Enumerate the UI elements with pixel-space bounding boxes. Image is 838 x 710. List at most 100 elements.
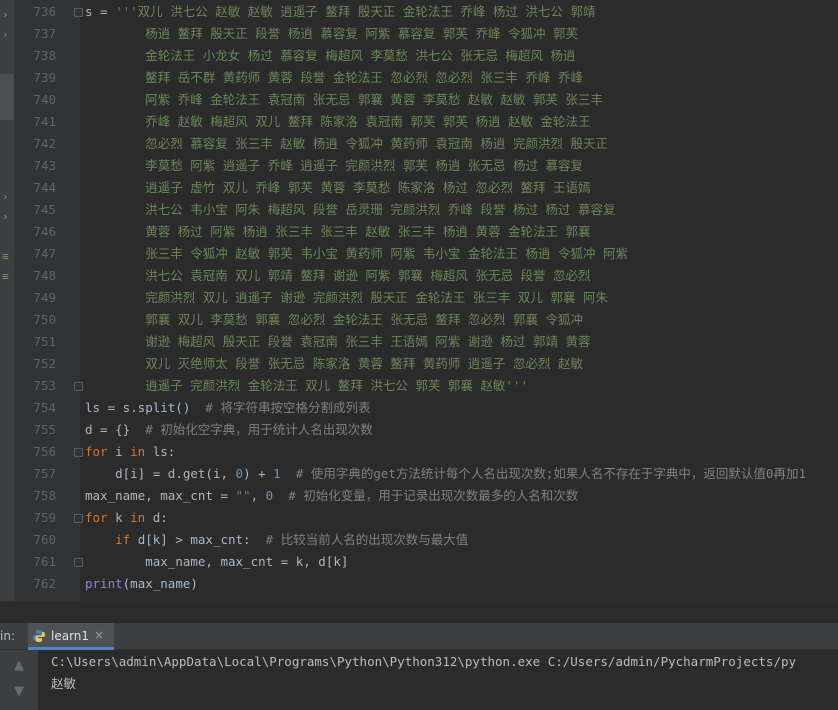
run-panel-header: in: learn1 × — [0, 622, 838, 650]
code-line[interactable]: 逍遥子 虚竹 双儿 乔峰 郭芙 黄蓉 李莫愁 陈家洛 杨过 忽必烈 鳌拜 王语嫣 — [85, 177, 591, 199]
line-number: 749 — [33, 290, 56, 305]
code-line[interactable]: 杨逍 鳌拜 殷天正 段誉 杨逍 慕容复 阿紫 慕容复 郭芙 乔峰 令狐冲 郭芙 — [85, 23, 578, 45]
code-line[interactable]: 洪七公 韦小宝 阿朱 梅超风 段誉 岳灵珊 完颜洪烈 乔峰 段誉 杨过 杨过 慕… — [85, 199, 615, 221]
line-number: 740 — [33, 92, 56, 107]
line-number: 747 — [33, 246, 56, 261]
fold-marker-icon[interactable] — [74, 8, 83, 17]
structure-icon[interactable]: ≡ — [2, 250, 9, 263]
code-line[interactable]: 完颜洪烈 双儿 逍遥子 谢逊 完颜洪烈 殷天正 金轮法王 张三丰 双儿 郭襄 阿… — [85, 287, 608, 309]
collapse-icon[interactable]: › — [2, 190, 9, 203]
code-token: 逍遥子 完颜洪烈 金轮法王 双儿 鳌拜 洪七公 郭芙 郭襄 赵敏''' — [145, 378, 529, 393]
code-token: i — [107, 444, 131, 459]
code-token: ) + — [243, 466, 274, 481]
code-line[interactable]: 洪七公 袁冠南 双儿 郭靖 鳌拜 谢逊 阿紫 郭襄 梅超风 张无忌 段誉 忽必烈 — [85, 265, 591, 287]
code-line[interactable]: print(max_name) — [85, 573, 198, 595]
code-line[interactable]: 李莫愁 阿紫 逍遥子 乔峰 逍遥子 完颜洪烈 郭芙 杨逍 张无忌 杨过 慕容复 — [85, 155, 583, 177]
tool-strip-active-area — [0, 74, 14, 120]
code-token: # 初始化空字典，用于统计人名出现次数 — [145, 422, 373, 437]
code-line[interactable]: for i in ls: — [85, 441, 175, 463]
run-tab-learn1[interactable]: learn1 × — [28, 623, 114, 650]
code-token: d: — [145, 510, 168, 525]
code-token: 金轮法王 小龙女 杨过 慕容复 梅超风 李莫愁 洪七公 张无忌 梅超风 杨逍 — [145, 48, 576, 63]
code-line[interactable]: ls = s.split() # 将字符串按空格分割成列表 — [85, 397, 370, 419]
code-token: in — [130, 510, 146, 525]
fold-marker-icon[interactable] — [74, 382, 83, 391]
code-token: "" — [235, 488, 251, 503]
code-line[interactable]: 郭襄 双儿 李莫愁 郭襄 忽必烈 金轮法王 张无忌 鳌拜 忽必烈 郭襄 令狐冲 — [85, 309, 583, 331]
code-token: (max_name) — [122, 576, 198, 591]
console-output[interactable]: C:\Users\admin\AppData\Local\Programs\Py… — [38, 650, 838, 710]
code-token: 洪七公 袁冠南 双儿 郭靖 鳌拜 谢逊 阿紫 郭襄 梅超风 张无忌 段誉 忽必烈 — [145, 268, 591, 283]
scroll-down-icon[interactable]: ▼ — [14, 684, 24, 699]
line-number: 743 — [33, 158, 56, 173]
code-line[interactable]: 金轮法王 小龙女 杨过 慕容复 梅超风 李莫愁 洪七公 张无忌 梅超风 杨逍 — [85, 45, 575, 67]
code-line[interactable]: 忽必烈 慕容复 张三丰 赵敏 杨逍 令狐冲 黄药师 袁冠南 杨逍 完颜洪烈 殷天… — [85, 133, 608, 155]
code-line[interactable]: s = '''双儿 洪七公 赵敏 赵敏 逍遥子 鳌拜 殷天正 金轮法王 乔峰 杨… — [85, 1, 595, 23]
code-line[interactable]: 黄蓉 杨过 阿紫 杨逍 张三丰 张三丰 赵敏 张三丰 杨逍 黄蓉 金轮法王 郭襄 — [85, 221, 591, 243]
code-line[interactable]: 张三丰 令狐冲 赵敏 郭芙 韦小宝 黄药师 阿紫 韦小宝 金轮法王 杨逍 令狐冲… — [85, 243, 628, 265]
line-number: 752 — [33, 356, 56, 371]
fold-marker-icon[interactable] — [74, 558, 83, 567]
code-token: 谢逊 梅超风 殷天正 段誉 袁冠南 张三丰 王语嫣 阿紫 谢逊 杨过 郭靖 黄蓉 — [145, 334, 591, 349]
code-line[interactable]: if d[k] > max_cnt: # 比较当前人名的出现次数与最大值 — [85, 529, 468, 551]
code-editor[interactable]: 736 737 738 739 740 741 742 743 744 745 746 747 748 7… — [14, 0, 838, 601]
close-icon[interactable]: × — [94, 628, 104, 642]
fold-marker-icon[interactable] — [74, 514, 83, 523]
console-line-command: C:\Users\admin\AppData\Local\Programs\Py… — [51, 654, 797, 669]
code-line[interactable]: d[i] = d.get(i, 0) + 1 # 使用字典的get方法统计每个人… — [85, 463, 806, 485]
code-line[interactable]: 阿紫 乔峰 金轮法王 袁冠南 张无忌 郭襄 黄蓉 李莫愁 赵敏 赵敏 郭芙 张三… — [85, 89, 603, 111]
code-token: 逍遥子 虚竹 双儿 乔峰 郭芙 黄蓉 李莫愁 陈家洛 杨过 忽必烈 鳌拜 王语嫣 — [145, 180, 591, 195]
code-token: s = — [85, 4, 116, 19]
code-line[interactable]: 乔峰 赵敏 梅超风 双儿 鳌拜 陈家洛 袁冠南 郭芙 郭芙 杨逍 赵敏 金轮法王 — [85, 111, 590, 133]
line-number: 738 — [33, 48, 56, 63]
line-number: 748 — [33, 268, 56, 283]
fold-marker-icon[interactable] — [74, 448, 83, 457]
code-token: 忽必烈 慕容复 张三丰 赵敏 杨逍 令狐冲 黄药师 袁冠南 杨逍 完颜洪烈 殷天… — [145, 136, 608, 151]
code-token: 1 — [273, 466, 281, 481]
code-line[interactable]: 双儿 灭绝师太 段誉 张无忌 陈家洛 黄蓉 鳌拜 黄药师 逍遥子 忽必烈 赵敏 — [85, 353, 583, 375]
line-number: 751 — [33, 334, 56, 349]
code-token: 黄蓉 杨过 阿紫 杨逍 张三丰 张三丰 赵敏 张三丰 杨逍 黄蓉 金轮法王 郭襄 — [145, 224, 591, 239]
collapse-icon[interactable]: › — [2, 210, 9, 223]
code-token: , — [250, 488, 266, 503]
code-token: d[k] > max_cnt: — [130, 532, 266, 547]
code-line[interactable]: d = {} # 初始化空字典，用于统计人名出现次数 — [85, 419, 373, 441]
line-number: 756 — [33, 444, 56, 459]
code-token: ls = s.split() — [85, 400, 206, 415]
code-token: in — [130, 444, 146, 459]
code-line[interactable]: 鳌拜 岳不群 黄药师 黄蓉 段誉 金轮法王 忽必烈 忽必烈 张三丰 乔峰 乔峰 — [85, 67, 583, 89]
line-number: 755 — [33, 422, 56, 437]
code-line[interactable]: for k in d: — [85, 507, 168, 529]
code-token: # 比较当前人名的出现次数与最大值 — [265, 532, 469, 547]
collapse-icon[interactable]: › — [2, 8, 9, 21]
editor-bottom-spacer — [0, 601, 838, 623]
code-token: 鳌拜 岳不群 黄药师 黄蓉 段誉 金轮法王 忽必烈 忽必烈 张三丰 乔峰 乔峰 — [145, 70, 583, 85]
left-tool-strip: › › › › ≡ ≡ — [0, 0, 15, 622]
python-icon — [33, 630, 45, 642]
code-line[interactable]: 谢逊 梅超风 殷天正 段誉 袁冠南 张三丰 王语嫣 阿紫 谢逊 杨过 郭靖 黄蓉 — [85, 331, 591, 353]
scroll-up-icon[interactable]: ▲ — [14, 658, 24, 673]
run-side-toolbar: ▲ ▼ — [0, 650, 39, 710]
collapse-icon[interactable]: › — [2, 28, 9, 41]
code-line[interactable]: 逍遥子 完颜洪烈 金轮法王 双儿 鳌拜 洪七公 郭芙 郭襄 赵敏''' — [85, 375, 528, 397]
code-token: 郭襄 双儿 李莫愁 郭襄 忽必烈 金轮法王 张无忌 鳌拜 忽必烈 郭襄 令狐冲 — [145, 312, 583, 327]
code-line[interactable]: max_name, max_cnt = "", 0 # 初始化变量，用于记录出现… — [85, 485, 578, 507]
code-line[interactable]: max_name, max_cnt = k, d[k] — [85, 551, 348, 573]
line-number: 762 — [33, 576, 56, 591]
line-number: 737 — [33, 26, 56, 41]
line-number: 745 — [33, 202, 56, 217]
code-token: k — [107, 510, 131, 525]
code-token: max_name, max_cnt = k, d[k] — [145, 554, 349, 569]
structure-icon[interactable]: ≡ — [2, 270, 9, 283]
